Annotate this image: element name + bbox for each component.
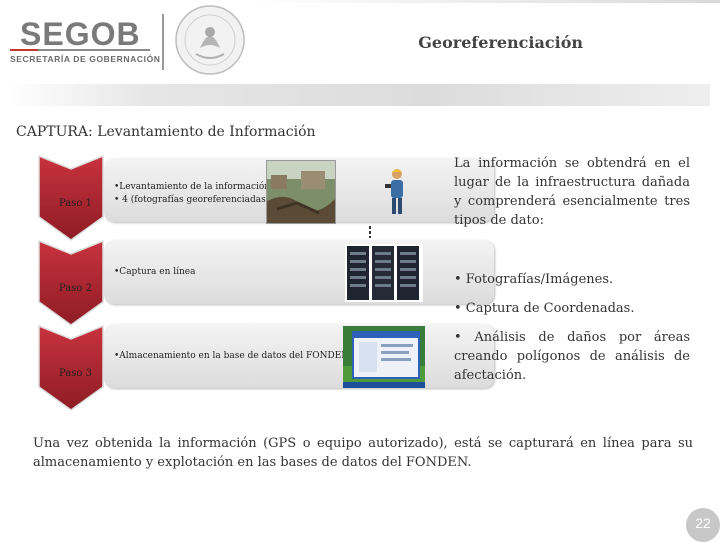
step-2-bullet: •Captura en línea [114, 267, 196, 277]
step-1-label: Paso 1 [59, 198, 92, 209]
logo-accent [10, 49, 38, 51]
section-title: CAPTURA: Levantamiento de Información [16, 124, 316, 140]
data-type-item: • Captura de Coordenadas. [454, 301, 635, 316]
page-title: Georeferenciación [418, 33, 583, 52]
footer-paragraph: Una vez obtenida la información (GPS o e… [33, 436, 693, 470]
header-divider [162, 14, 164, 70]
database-screenshot-image [343, 326, 425, 388]
logo-subtitle: SECRETARÍA DE GOBERNACIÓN [10, 54, 161, 64]
data-type-item: • Análisis de daños por áreas creando po… [454, 330, 690, 383]
field-worker-gps-photo [385, 169, 403, 214]
step-3-bullet: •Almacenamiento en la base de datos del … [114, 351, 350, 361]
page-number: 22 [686, 508, 720, 542]
info-paragraph: La información se obtendrá en el lugar d… [454, 156, 690, 228]
server-rack-image [345, 244, 423, 302]
step-1-bullet: •Levantamiento de la información [114, 182, 271, 192]
step-3-label: Paso 3 [59, 368, 92, 379]
damaged-infrastructure-photo [266, 160, 336, 224]
step-1-bullet: • 4 (fotografías georeferenciadas) [114, 195, 270, 205]
header-banner [8, 84, 710, 106]
national-seal-icon [175, 5, 245, 75]
header-top-line [250, 0, 720, 3]
data-type-item: • Fotografías/Imágenes. [454, 272, 614, 287]
segob-logo: SEGOB [20, 16, 141, 52]
step-2-label: Paso 2 [59, 283, 92, 294]
connector-dash [369, 226, 371, 238]
